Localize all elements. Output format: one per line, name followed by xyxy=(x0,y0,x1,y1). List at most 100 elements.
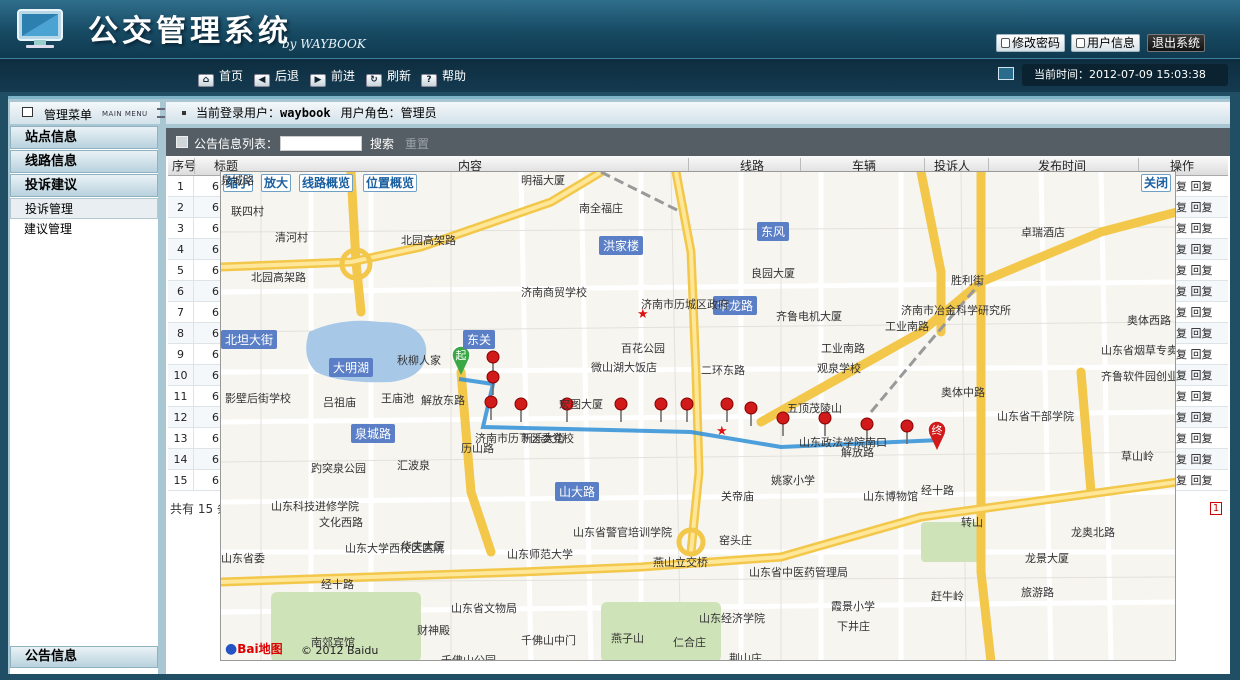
nav-refresh[interactable]: ↻ 刷新 xyxy=(366,67,411,87)
map-district-badge: 泉城路 xyxy=(351,424,396,443)
map-district-badge: 华龙路 xyxy=(713,296,758,315)
menu-icon xyxy=(22,107,33,117)
user-role-label: 用户角色： xyxy=(340,106,401,120)
collapse-menu-icon[interactable] xyxy=(157,108,165,118)
route-end-marker: 终 xyxy=(932,423,943,437)
reply-button[interactable]: 复 回复 xyxy=(1176,323,1213,344)
row-title: 6 xyxy=(212,201,219,214)
row-title: 6 xyxy=(212,264,219,277)
government-star-icon: ★ xyxy=(637,307,649,322)
sidebar-item-suggestion-management[interactable]: 建议管理 xyxy=(10,219,158,240)
header: 公交管理系统 by WAYBOOK 修改密码 用户信息 退出系统 xyxy=(0,0,1240,58)
sidebar-category-complaints[interactable]: 投诉建议 xyxy=(10,174,158,197)
location-overview-button[interactable]: 位置概览 xyxy=(363,174,418,192)
zoom-in-button[interactable]: 放大 xyxy=(261,174,292,192)
close-map-button[interactable]: 关闭 xyxy=(1141,174,1172,192)
nav-forward-label: 前进 xyxy=(331,69,356,83)
row-title: 6 xyxy=(212,180,219,193)
reply-button[interactable]: 复 回复 xyxy=(1176,470,1213,491)
bus-stop-pin-icon[interactable] xyxy=(900,419,914,433)
change-password-label: 修改密码 xyxy=(1012,36,1061,50)
sidebar: 站点信息 线路信息 投诉建议 投诉管理 建议管理 公告信息 xyxy=(10,126,158,674)
app-window: 公交管理系统 by WAYBOOK 修改密码 用户信息 退出系统 ⌂ 首页 ◀ 后退… xyxy=(0,0,1240,680)
toolbar-label: 公告信息列表： xyxy=(194,137,279,151)
app-subtitle: by WAYBOOK xyxy=(282,37,366,51)
home-icon: ⌂ xyxy=(198,74,214,87)
reply-button[interactable]: 复 回复 xyxy=(1176,449,1213,470)
nav-forward[interactable]: ▶ 前进 xyxy=(310,67,356,87)
search-button[interactable]: 搜索 xyxy=(370,135,394,152)
reply-button[interactable]: 复 回复 xyxy=(1176,344,1213,365)
bus-stop-pin-icon[interactable] xyxy=(860,417,874,431)
row-title: 6 xyxy=(212,369,219,382)
reply-button[interactable]: 复 回复 xyxy=(1176,218,1213,239)
change-password-button[interactable]: 修改密码 xyxy=(996,34,1066,52)
page-number-button[interactable]: 1 xyxy=(1210,502,1222,515)
nav-home-label: 首页 xyxy=(219,69,244,83)
monitor-logo-icon xyxy=(17,9,63,48)
reply-button[interactable]: 复 回复 xyxy=(1176,365,1213,386)
reply-button[interactable]: 复 回复 xyxy=(1176,260,1213,281)
bus-stop-pin-icon[interactable] xyxy=(680,397,694,411)
bus-stop-pin-icon[interactable] xyxy=(818,411,832,425)
row-title: 6 xyxy=(212,474,219,487)
reset-button[interactable]: 重置 xyxy=(405,135,429,152)
row-index: 7 xyxy=(168,302,194,323)
map-district-badge: 东关 xyxy=(463,330,496,349)
row-index: 11 xyxy=(168,386,194,407)
reply-button[interactable]: 复 回复 xyxy=(1176,239,1213,260)
nav-home[interactable]: ⌂ 首页 xyxy=(198,67,244,87)
map-copyright: © 2012 Baidu xyxy=(301,644,379,657)
sidebar-category-stations[interactable]: 站点信息 xyxy=(10,126,158,149)
user-info-label: 用户信息 xyxy=(1087,36,1136,50)
zoom-out-button[interactable]: 缩小 xyxy=(223,174,254,192)
sidebar-category-announcements[interactable]: 公告信息 xyxy=(10,646,158,668)
bus-stop-pin-icon[interactable] xyxy=(486,370,500,384)
bus-stop-pin-icon[interactable] xyxy=(720,397,734,411)
reply-button[interactable]: 复 回复 xyxy=(1176,386,1213,407)
nav-back[interactable]: ◀ 后退 xyxy=(254,67,300,87)
route-overview-button[interactable]: 线路概览 xyxy=(299,174,354,192)
menu-title: 管理菜单 xyxy=(44,108,93,122)
row-title: 6 xyxy=(212,453,219,466)
bus-stop-pin-icon[interactable] xyxy=(486,350,500,364)
bus-stop-pin-icon[interactable] xyxy=(744,401,758,415)
row-index: 14 xyxy=(168,449,194,470)
map-district-badge: 北坦大街 xyxy=(221,330,278,349)
row-title: 6 xyxy=(212,390,219,403)
row-title: 6 xyxy=(212,348,219,361)
logout-button[interactable]: 退出系统 xyxy=(1147,34,1206,52)
nav-help[interactable]: ? 帮助 xyxy=(421,67,467,87)
list-toolbar: 公告信息列表： 搜索 重置 xyxy=(166,126,1230,156)
bus-stop-pin-icon[interactable] xyxy=(514,397,528,411)
sidebar-item-complaint-management[interactable]: 投诉管理 xyxy=(10,198,158,219)
row-index: 13 xyxy=(168,428,194,449)
map-district-badge: 山大路 xyxy=(555,482,600,501)
sidebar-category-routes[interactable]: 线路信息 xyxy=(10,150,158,173)
forward-arrow-icon: ▶ xyxy=(310,74,326,87)
reply-button[interactable]: 复 回复 xyxy=(1176,197,1213,218)
route-map[interactable]: 起 终 ★ ★ 缩小 放大 线路概览 位置概览 关闭 洪家楼 东风 华龙路 东关… xyxy=(220,171,1176,661)
reply-button[interactable]: 复 回复 xyxy=(1176,407,1213,428)
bus-stop-pin-icon[interactable] xyxy=(776,411,790,425)
search-input[interactable] xyxy=(280,136,362,151)
bus-stop-pin-icon[interactable] xyxy=(560,397,574,411)
bus-stop-pin-icon[interactable] xyxy=(654,397,668,411)
reply-button[interactable]: 复 回复 xyxy=(1176,428,1213,449)
map-canvas: 起 终 ★ ★ xyxy=(221,172,1175,660)
row-index: 12 xyxy=(168,407,194,428)
reply-button[interactable]: 复 回复 xyxy=(1176,302,1213,323)
key-icon xyxy=(1001,38,1010,48)
user-icon xyxy=(1076,38,1085,48)
row-index: 10 xyxy=(168,365,194,386)
reply-button[interactable]: 复 回复 xyxy=(1176,176,1213,197)
help-icon: ? xyxy=(421,74,437,87)
user-info-button[interactable]: 用户信息 xyxy=(1071,34,1141,52)
nav-back-label: 后退 xyxy=(275,69,300,83)
row-index: 15 xyxy=(168,470,194,491)
bus-stop-pin-icon[interactable] xyxy=(484,395,498,409)
bus-stop-pin-icon[interactable] xyxy=(614,397,628,411)
nav-help-label: 帮助 xyxy=(442,69,467,83)
reply-button[interactable]: 复 回复 xyxy=(1176,281,1213,302)
row-index: 2 xyxy=(168,197,194,218)
